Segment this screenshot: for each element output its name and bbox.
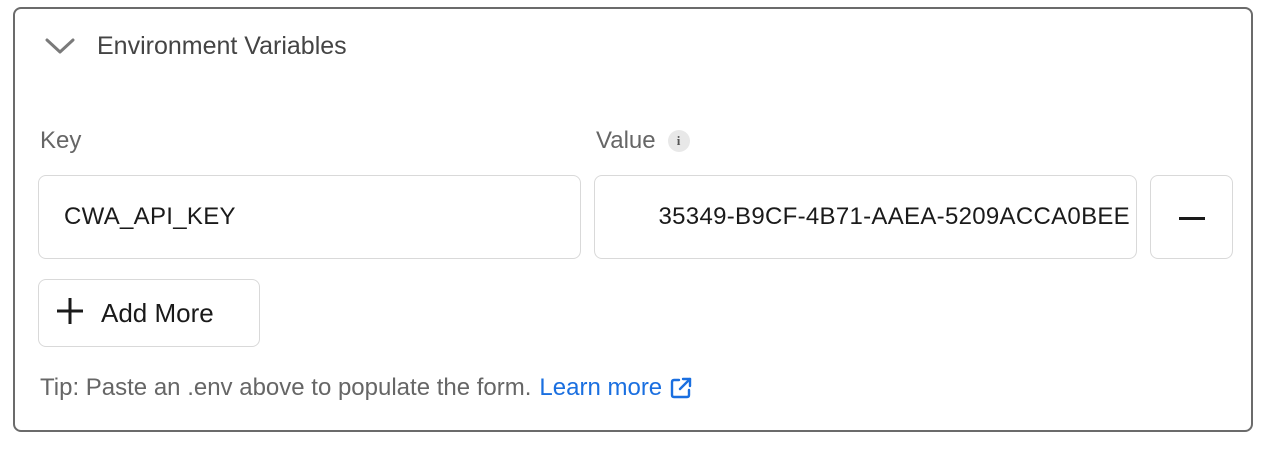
- plus-icon: [57, 297, 83, 329]
- add-more-label: Add More: [101, 297, 214, 328]
- value-input-value: 35349-B9CF-4B71-AAEA-5209ACCA0BEE: [658, 203, 1130, 230]
- value-input[interactable]: 35349-B9CF-4B71-AAEA-5209ACCA0BEE: [594, 175, 1137, 259]
- tip-message: Tip: Paste an .env above to populate the…: [40, 374, 532, 401]
- chevron-down-icon: [43, 29, 77, 63]
- key-input[interactable]: CWA_API_KEY: [38, 175, 581, 259]
- section-title: Environment Variables: [97, 31, 347, 60]
- value-column-label-wrapper: Value i: [596, 127, 690, 155]
- external-link-icon: [670, 377, 692, 399]
- add-more-button[interactable]: Add More: [38, 279, 260, 347]
- section-header-toggle[interactable]: Environment Variables: [43, 29, 347, 63]
- value-column-label: Value: [596, 127, 656, 154]
- learn-more-link[interactable]: Learn more: [539, 374, 692, 402]
- tip-text: Tip: Paste an .env above to populate the…: [40, 374, 692, 402]
- info-icon[interactable]: i: [667, 130, 690, 152]
- key-input-value: CWA_API_KEY: [64, 203, 236, 230]
- remove-row-button[interactable]: [1150, 175, 1233, 259]
- key-column-label: Key: [40, 127, 82, 154]
- learn-more-label: Learn more: [539, 374, 663, 401]
- environment-variables-panel: Environment Variables Key Value i CWA_AP…: [13, 7, 1253, 432]
- minus-icon: [1178, 208, 1205, 226]
